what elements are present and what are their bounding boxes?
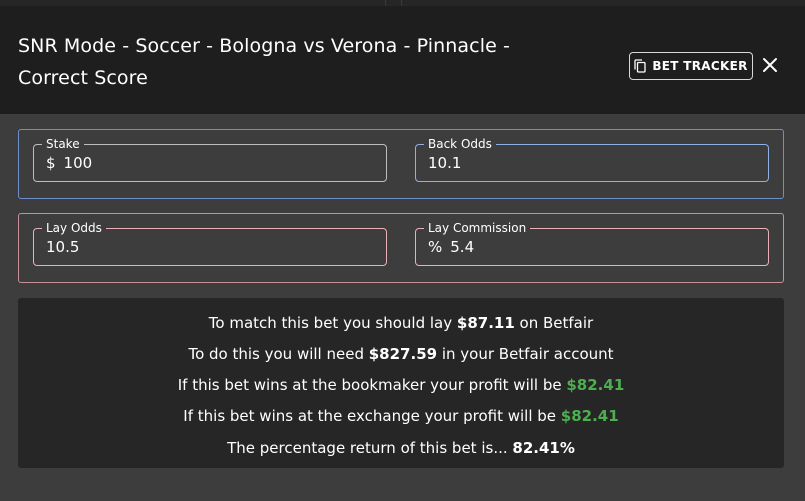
exchange-profit-line: If this bet wins at the exchange your pr… <box>18 406 784 426</box>
exchange-profit-prefix: If this bet wins at the exchange your pr… <box>183 407 561 425</box>
back-odds-field[interactable]: Back Odds 10.1 <box>415 136 769 182</box>
stake-input[interactable]: $100 <box>46 154 92 172</box>
bet-tracker-button[interactable]: BET TRACKER <box>629 52 753 80</box>
lay-amount-line: To match this bet you should lay $87.11 … <box>18 313 784 333</box>
modal-header: SNR Mode - Soccer - Bologna vs Verona - … <box>0 6 805 114</box>
lay-commission-label: Lay Commission <box>424 220 531 236</box>
lay-commission-field[interactable]: Lay Commission % 5.4 <box>415 220 769 266</box>
lay-commission-input[interactable]: % 5.4 <box>428 238 474 256</box>
stake-value: 100 <box>63 154 93 172</box>
lay-amount-prefix: To match this bet you should lay <box>208 314 457 332</box>
liability-line: To do this you will need $827.59 in your… <box>18 344 784 364</box>
lay-commission-value: 5.4 <box>450 238 475 256</box>
lay-amount: $87.11 <box>456 314 515 332</box>
copy-icon <box>634 59 647 73</box>
lay-odds-field[interactable]: Lay Odds 10.5 <box>33 220 387 266</box>
result-panel: To match this bet you should lay $87.11 … <box>18 298 784 468</box>
modal-title: SNR Mode - Soccer - Bologna vs Verona - … <box>18 35 510 89</box>
liability-suffix: in your Betfair account <box>437 345 614 363</box>
stake-field[interactable]: Stake $100 <box>33 136 387 182</box>
back-odds-input[interactable]: 10.1 <box>428 154 461 172</box>
bet-tracker-label: BET TRACKER <box>652 59 748 73</box>
modal-body: Stake $100 Back Odds 10.1 Lay Odds 10.5 … <box>0 114 805 501</box>
percentage-return-value: 82.41% <box>512 439 575 457</box>
cutoff-row <box>0 490 805 501</box>
exchange-profit-amount: $82.41 <box>560 407 619 425</box>
back-odds-label: Back Odds <box>424 136 496 152</box>
currency-adornment: $ <box>46 154 56 172</box>
percentage-return-prefix: The percentage return of this bet is... <box>227 439 513 457</box>
lay-odds-input[interactable]: 10.5 <box>46 238 79 256</box>
bookmaker-profit-amount: $82.41 <box>566 376 625 394</box>
percentage-return-line: The percentage return of this bet is... … <box>18 438 784 458</box>
liability-prefix: To do this you will need <box>188 345 369 363</box>
liability-amount: $827.59 <box>368 345 438 363</box>
stake-label: Stake <box>42 136 84 152</box>
lay-amount-suffix: on Betfair <box>514 314 594 332</box>
percent-adornment: % <box>428 238 443 256</box>
lay-odds-label: Lay Odds <box>42 220 106 236</box>
close-button[interactable] <box>759 54 781 76</box>
bookmaker-profit-prefix: If this bet wins at the bookmaker your p… <box>177 376 567 394</box>
bookmaker-profit-line: If this bet wins at the bookmaker your p… <box>18 375 784 395</box>
close-icon <box>763 58 777 72</box>
